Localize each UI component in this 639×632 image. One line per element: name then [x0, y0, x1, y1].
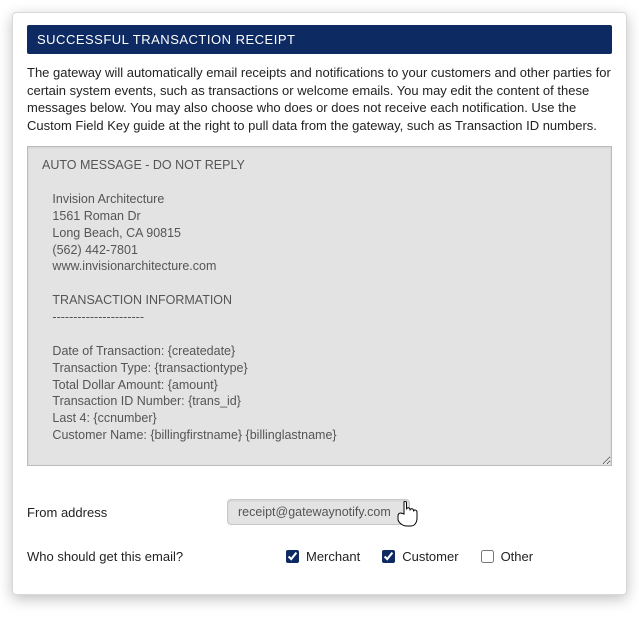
- settings-card: SUCCESSFUL TRANSACTION RECEIPT The gatew…: [12, 12, 627, 595]
- section-title: SUCCESSFUL TRANSACTION RECEIPT: [37, 32, 295, 47]
- merchant-label: Merchant: [306, 549, 360, 564]
- other-checkbox[interactable]: [481, 550, 494, 563]
- recipients-options: Merchant Customer Other: [282, 547, 533, 566]
- recipients-label: Who should get this email?: [27, 549, 227, 564]
- other-label: Other: [501, 549, 534, 564]
- email-body-textarea[interactable]: [27, 146, 612, 466]
- from-address-label: From address: [27, 505, 227, 520]
- section-header: SUCCESSFUL TRANSACTION RECEIPT: [27, 25, 612, 54]
- customer-label: Customer: [402, 549, 458, 564]
- other-option[interactable]: Other: [477, 547, 534, 566]
- from-address-row: From address: [27, 499, 612, 525]
- customer-checkbox[interactable]: [382, 550, 395, 563]
- recipients-row: Who should get this email? Merchant Cust…: [27, 547, 612, 566]
- section-description: The gateway will automatically email rec…: [27, 64, 612, 134]
- from-address-input[interactable]: [227, 499, 410, 525]
- merchant-option[interactable]: Merchant: [282, 547, 360, 566]
- customer-option[interactable]: Customer: [378, 547, 458, 566]
- merchant-checkbox[interactable]: [286, 550, 299, 563]
